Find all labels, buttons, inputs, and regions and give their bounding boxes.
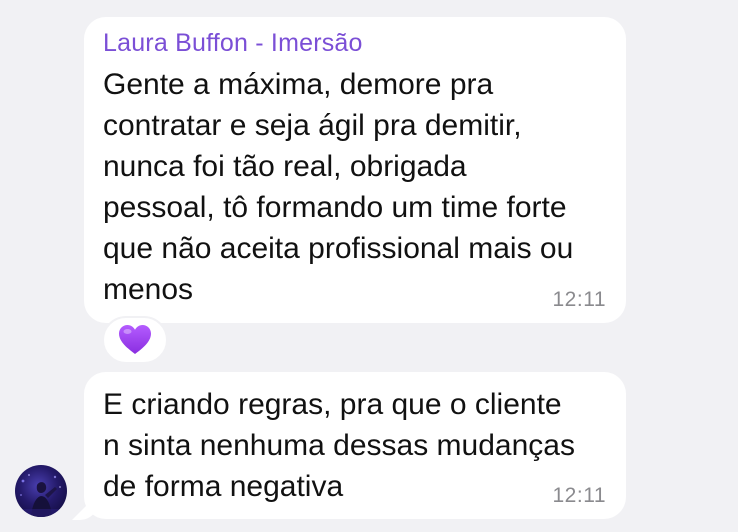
reaction-badge[interactable]	[102, 316, 168, 364]
avatar[interactable]	[15, 465, 67, 517]
message-text: Gente a máxima, demore pra contratar e s…	[103, 68, 574, 306]
message-timestamp: 12:11	[552, 484, 606, 507]
message-timestamp: 12:11	[552, 288, 606, 311]
message-text: E criando regras, pra que o cliente n si…	[103, 388, 575, 503]
message-bubble[interactable]: Laura Buffon - Imersão Gente a máxima, d…	[84, 17, 626, 323]
avatar-image	[15, 474, 67, 517]
purple-heart-icon	[119, 325, 151, 354]
sender-name[interactable]: Laura Buffon - Imersão	[103, 29, 363, 58]
message-bubble[interactable]: E criando regras, pra que o cliente n si…	[84, 372, 626, 519]
